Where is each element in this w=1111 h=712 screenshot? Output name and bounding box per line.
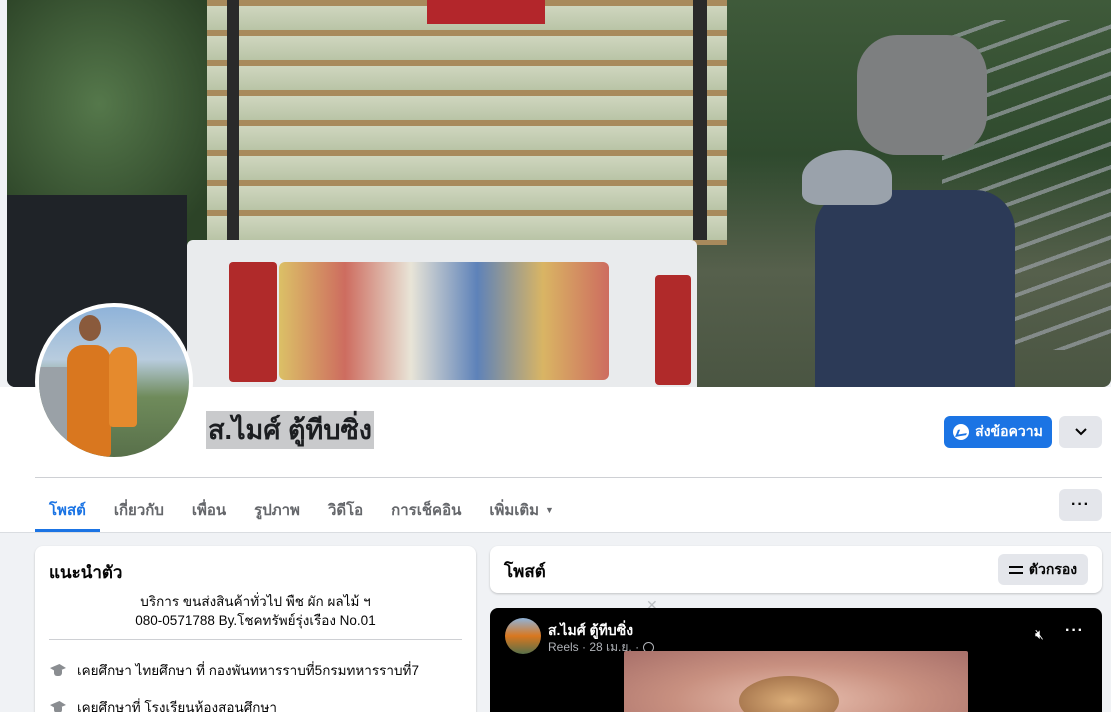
- cover-worker: [857, 35, 987, 155]
- posts-title: โพสต์: [504, 562, 546, 581]
- cover-stickers: [279, 262, 609, 380]
- bio-line: บริการ ขนส่งสินค้าทั่วไป พืช ผัก ผลไม้ ฯ: [140, 594, 371, 609]
- mute-icon[interactable]: 🔇︎: [1035, 626, 1044, 643]
- tab-more-label: เพิ่มเติม: [489, 501, 540, 519]
- intro-education-item: เคยศึกษา ไทยศึกษา ที่ กองพันทหารราบที่5ก…: [49, 659, 419, 681]
- page-title: ส.ไมศ์ ตู้ทีบซิ่ง: [206, 411, 374, 449]
- profile-tabs: โพสต์ เกี่ยวกับ เพื่อน รูปภาพ วิดีโอ การ…: [35, 487, 568, 532]
- caret-down-icon: ▼: [545, 504, 554, 515]
- cover-rack-post: [693, 0, 707, 240]
- filter-button[interactable]: ตัวกรอง: [998, 554, 1088, 585]
- tab-friends-label: เพื่อน: [191, 501, 227, 519]
- posts-header-card: โพสต์ ตัวกรอง: [490, 546, 1102, 593]
- ellipsis-menu-button[interactable]: ···: [1059, 489, 1102, 521]
- filter-label: ตัวกรอง: [1028, 560, 1078, 577]
- reel-amulet: [739, 676, 839, 712]
- send-message-label: ส่งข้อความ: [975, 423, 1043, 439]
- intro-card: แนะนำตัว บริการ ขนส่งสินค้าทั่วไป พืช ผั…: [35, 546, 476, 712]
- reel-author-avatar[interactable]: [505, 618, 541, 654]
- cover-crate: [427, 0, 545, 24]
- tab-videos[interactable]: วิดีโอ: [314, 487, 377, 532]
- reel-more-icon[interactable]: ···: [1065, 622, 1084, 640]
- cover-worker-hat: [802, 150, 892, 205]
- messenger-icon: [953, 424, 970, 440]
- header-border: [0, 532, 1111, 533]
- tab-checkins-label: การเช็คอิน: [391, 501, 462, 519]
- ellipsis-icon: ···: [1071, 496, 1090, 513]
- tab-videos-label: วิดีโอ: [327, 501, 364, 519]
- profile-avatar[interactable]: [35, 303, 193, 461]
- tab-photos[interactable]: รูปภาพ: [240, 487, 314, 532]
- intro-separator: [49, 639, 462, 640]
- cover-tail-light: [655, 275, 691, 385]
- graduation-cap-icon: [49, 701, 67, 712]
- tab-posts[interactable]: โพสต์: [35, 487, 100, 532]
- intro-bio: บริการ ขนส่งสินค้าทั่วไป พืช ผัก ผลไม้ ฯ…: [49, 592, 462, 630]
- avatar-head: [79, 315, 101, 341]
- tab-photos-label: รูปภาพ: [254, 501, 300, 519]
- reel-video-thumbnail[interactable]: [624, 651, 968, 712]
- chevron-down-icon: [1074, 428, 1087, 436]
- cover-worker: [815, 190, 1015, 387]
- intro-title: แนะนำตัว: [49, 563, 123, 582]
- cover-tail-light: [229, 262, 277, 382]
- send-message-button[interactable]: ส่งข้อความ: [944, 416, 1052, 448]
- bio-line: 080-0571788 By.โชคทรัพย์รุ่งเรือง No.01: [135, 613, 376, 628]
- intro-education-item: เคยศึกษาที่ โรงเรียนห้องสอนศึกษา: [49, 696, 277, 712]
- profile-page: ส.ไมศ์ ตู้ทีบซิ่ง ส่งข้อความ โพสต์ เกี่ย…: [0, 0, 1111, 712]
- avatar-monk: [67, 345, 111, 457]
- header-divider: [35, 477, 1102, 478]
- tab-more[interactable]: เพิ่มเติม ▼: [475, 487, 568, 532]
- tab-about[interactable]: เกี่ยวกับ: [100, 487, 178, 532]
- education-text: เคยศึกษาที่ โรงเรียนห้องสอนศึกษา: [77, 700, 277, 712]
- filter-icon: [1008, 565, 1023, 575]
- tab-checkins[interactable]: การเช็คอิน: [377, 487, 475, 532]
- tab-friends[interactable]: เพื่อน: [178, 487, 240, 532]
- more-actions-button[interactable]: [1059, 416, 1102, 448]
- graduation-cap-icon: [49, 664, 67, 676]
- cover-cargo: [207, 0, 727, 245]
- avatar-monk: [109, 347, 137, 427]
- reel-post[interactable]: ส.ไมศ์ ตู้ทีบซิ่ง Reels · 28 เม.ย. · 🔇︎ …: [490, 608, 1102, 712]
- cover-rack-post: [227, 0, 239, 240]
- tab-posts-label: โพสต์: [49, 501, 86, 519]
- education-text: เคยศึกษา ไทยศึกษา ที่ กองพันทหารราบที่5ก…: [77, 663, 419, 678]
- tab-about-label: เกี่ยวกับ: [113, 501, 164, 519]
